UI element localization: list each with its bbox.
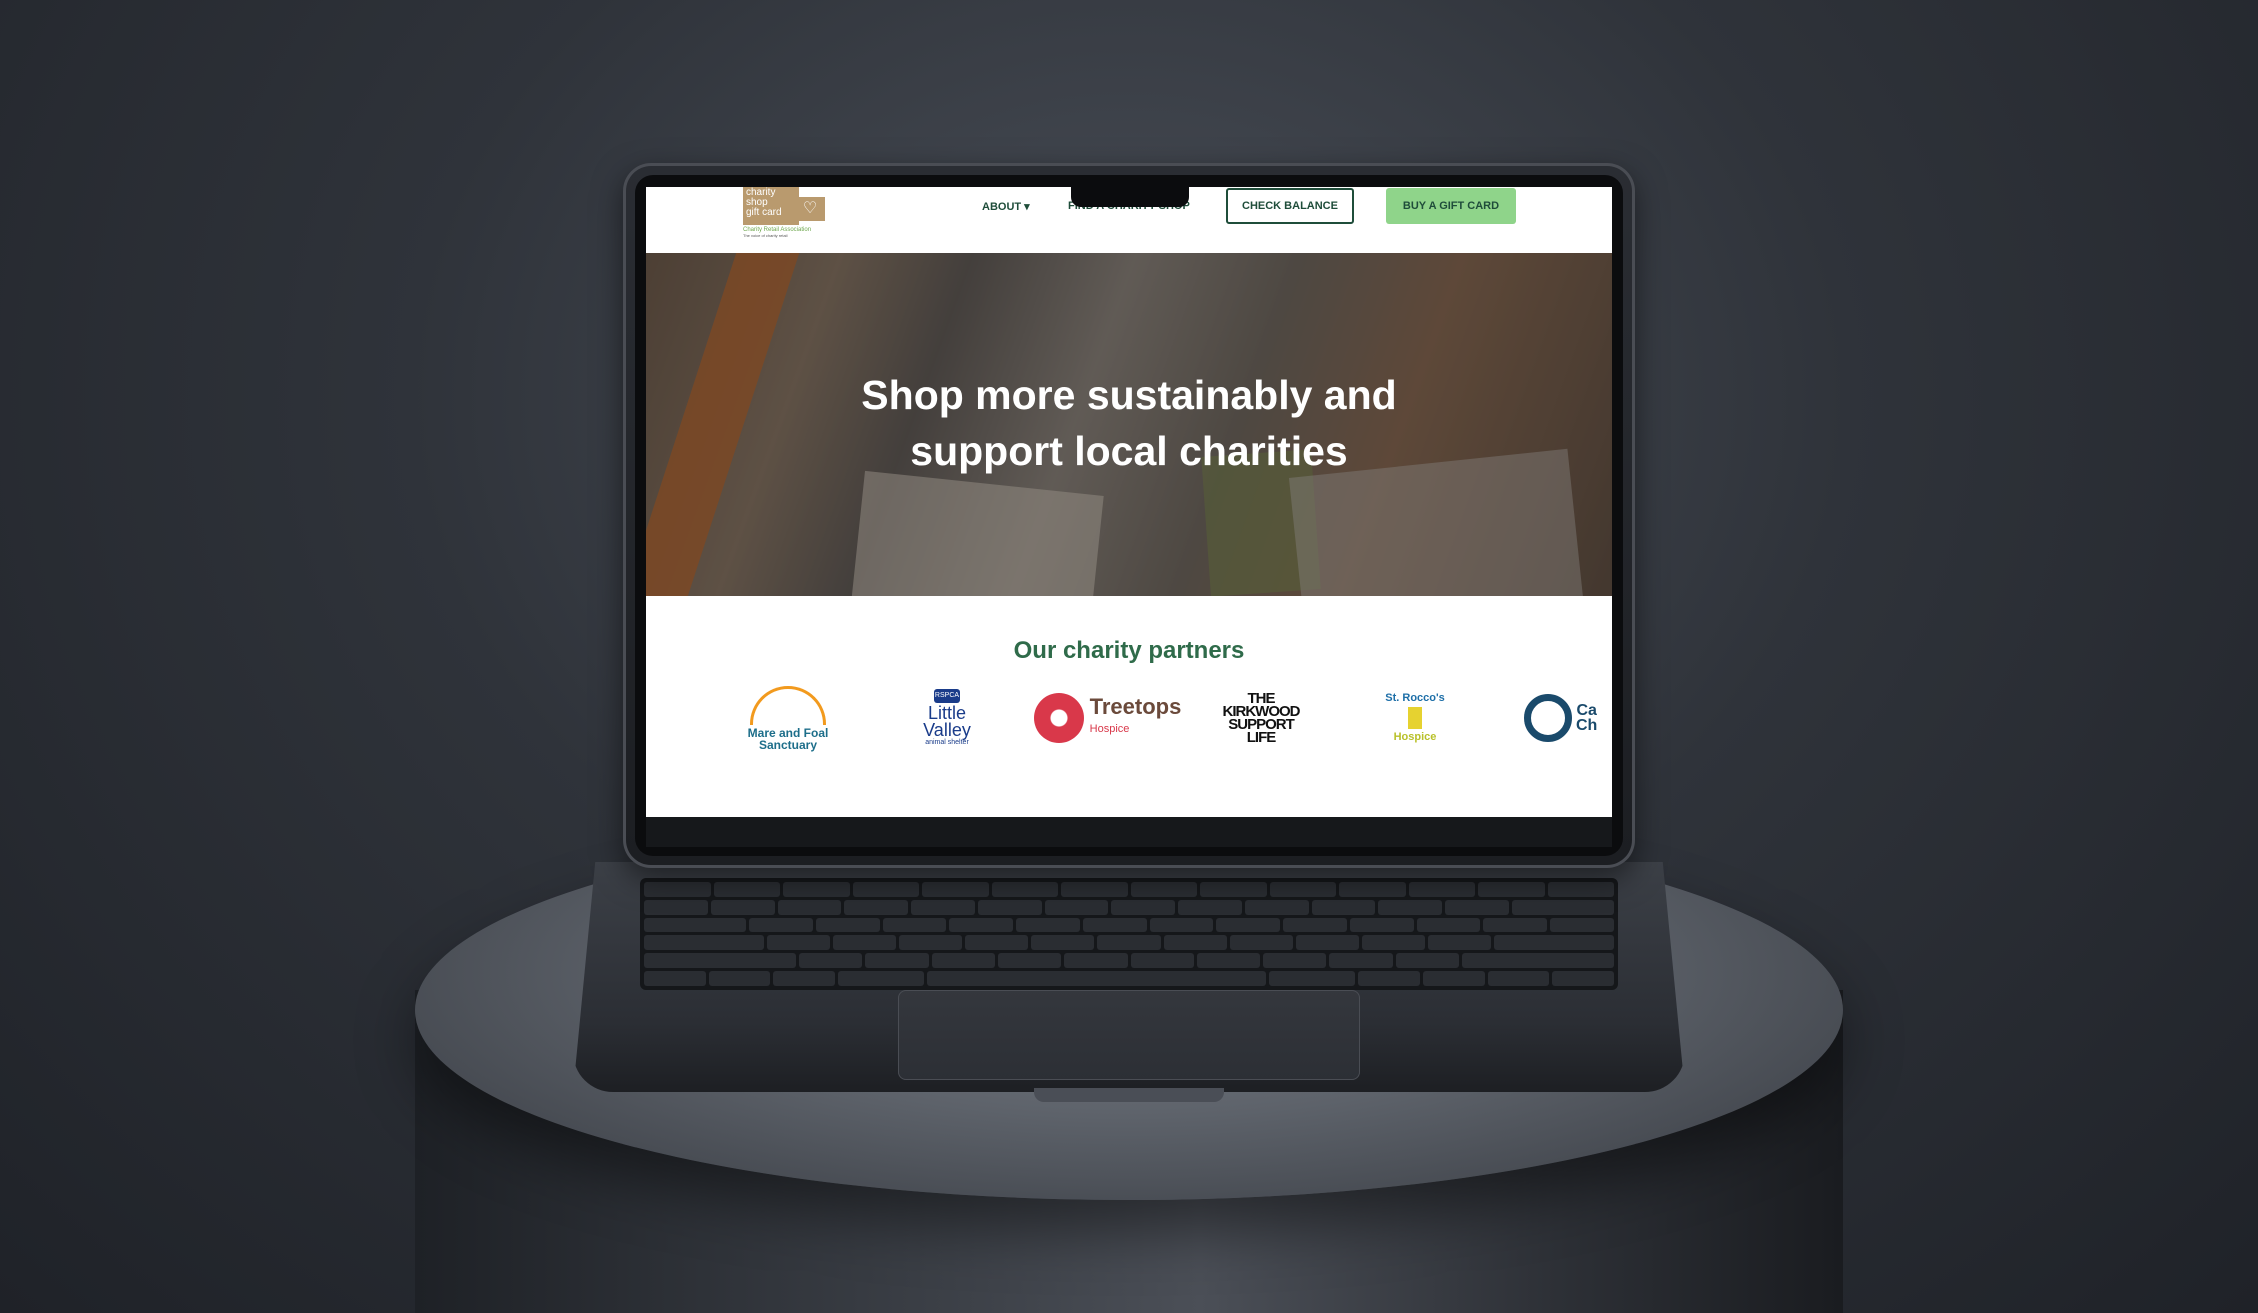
website-screen: charity shop gift card ♡ Charity Retail … <box>646 187 1612 817</box>
partner-logo-treetops[interactable]: Treetops Hospice <box>1030 683 1185 753</box>
partner-subtitle: animal shelter <box>925 739 969 746</box>
partner-logo-big-c[interactable]: Ca Ch <box>1524 683 1612 753</box>
camera-notch <box>1071 187 1189 207</box>
keyboard <box>640 878 1618 990</box>
partner-subtitle: Hospice <box>1393 731 1437 743</box>
partner-logo-little-valley[interactable]: RSPCA Little Valley animal shelter <box>912 683 982 753</box>
partner-name: Treetops <box>1089 694 1182 719</box>
partner-logo-st-roccos[interactable]: St. Rocco's Hospice <box>1382 683 1448 753</box>
logo-tagline: The voice of charity retail <box>743 233 788 238</box>
buy-gift-card-button[interactable]: BUY A GIFT CARD <box>1386 188 1516 224</box>
partner-logo-kirkwood[interactable]: THE KIRKWOOD SUPPORT LIFE <box>1223 683 1301 753</box>
hero-title: Shop more sustainably and support local … <box>646 367 1612 479</box>
partner-name: Ca <box>1576 702 1597 719</box>
logo-text-line3: gift card <box>746 207 782 218</box>
partners-heading: Our charity partners <box>1013 637 1245 664</box>
screen-chin <box>646 817 1612 847</box>
hero-title-line2: support local charities <box>910 428 1348 474</box>
tower-icon <box>1408 707 1422 729</box>
hero-banner: Shop more sustainably and support local … <box>646 253 1612 596</box>
partner-name: Valley <box>923 720 971 740</box>
check-balance-button[interactable]: CHECK BALANCE <box>1226 188 1354 224</box>
laptop-front-notch <box>1034 1088 1224 1102</box>
rspca-badge: RSPCA <box>933 689 960 703</box>
nav-about[interactable]: ABOUT ▾ <box>982 200 1030 213</box>
big-c-icon <box>1524 694 1572 742</box>
partner-name: St. Rocco's <box>1385 692 1445 704</box>
hero-title-line1: Shop more sustainably and <box>861 372 1397 418</box>
heart-icon: ♡ <box>795 197 825 221</box>
horse-icon <box>750 685 826 725</box>
logo-box: charity shop gift card ♡ <box>743 187 825 225</box>
trackpad <box>898 990 1360 1080</box>
partner-subtitle: Hospice <box>1089 723 1130 735</box>
partner-logo-mare-and-foal[interactable]: Mare and Foal Sanctuary <box>742 683 834 753</box>
partner-name: Sanctuary <box>758 737 818 752</box>
partner-name: Mare and Foal <box>747 725 829 740</box>
partner-name: Ch <box>1576 717 1598 734</box>
flower-icon <box>1033 693 1084 743</box>
site-logo[interactable]: charity shop gift card ♡ Charity Retail … <box>743 187 839 243</box>
